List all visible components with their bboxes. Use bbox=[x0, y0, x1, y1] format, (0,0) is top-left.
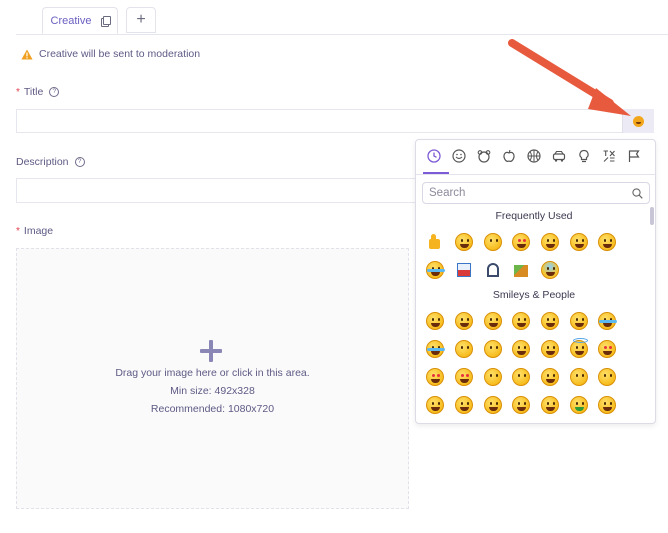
tab-creative-label: Creative bbox=[50, 14, 92, 27]
camp-object-emoji[interactable] bbox=[512, 261, 530, 279]
description-input[interactable] bbox=[16, 178, 416, 203]
sweat-smile-emoji[interactable] bbox=[570, 312, 588, 330]
tab-bar: Creative + bbox=[16, 7, 668, 35]
squint-tongue-emoji[interactable] bbox=[541, 396, 559, 414]
relaxed-emoji[interactable] bbox=[541, 368, 559, 386]
tongue-emoji[interactable] bbox=[570, 233, 588, 251]
emoji-picker: Frequently Used Smileys & People bbox=[415, 139, 656, 424]
grinning-emoji[interactable] bbox=[455, 233, 473, 251]
flag-object-emoji[interactable] bbox=[455, 261, 473, 279]
heart-eyes-emoji[interactable] bbox=[426, 368, 444, 386]
help-icon[interactable]: ? bbox=[74, 157, 85, 167]
sports-ball-icon[interactable] bbox=[524, 146, 544, 166]
blush-emoji[interactable] bbox=[541, 340, 559, 358]
money-mouth-emoji[interactable] bbox=[570, 396, 588, 414]
warning-icon bbox=[21, 49, 33, 59]
title-label-text: Title bbox=[23, 86, 44, 98]
section-frequently-used: Frequently Used bbox=[495, 210, 573, 222]
laughing-emoji[interactable] bbox=[541, 233, 559, 251]
sweat-smile-emoji[interactable] bbox=[598, 233, 616, 251]
hugging-emoji[interactable] bbox=[598, 396, 616, 414]
add-tab-button[interactable]: + bbox=[126, 7, 156, 33]
flag-icon[interactable] bbox=[624, 146, 644, 166]
tongue-emoji[interactable] bbox=[455, 396, 473, 414]
warning-text: Creative will be sent to moderation bbox=[39, 48, 201, 60]
tab-creative[interactable]: Creative bbox=[42, 7, 118, 34]
active-category-indicator bbox=[423, 172, 449, 174]
moderation-warning: Creative will be sent to moderation bbox=[21, 48, 200, 60]
zany-emoji[interactable] bbox=[512, 396, 530, 414]
laughing-emoji[interactable] bbox=[541, 312, 559, 330]
annotation-arrow-icon bbox=[508, 39, 631, 116]
animal-category-icon[interactable] bbox=[474, 146, 494, 166]
kissing-emoji[interactable] bbox=[484, 233, 502, 251]
kissing-smiling-eyes-emoji[interactable] bbox=[598, 368, 616, 386]
star-struck-emoji[interactable] bbox=[455, 368, 473, 386]
emoji-search[interactable] bbox=[422, 182, 650, 204]
smiley-category-icon[interactable] bbox=[449, 146, 469, 166]
heart-eyes-emoji[interactable] bbox=[512, 233, 530, 251]
emoji-search-input[interactable] bbox=[429, 187, 609, 199]
yum-emoji[interactable] bbox=[426, 396, 444, 414]
screaming-emoji[interactable] bbox=[541, 261, 559, 279]
grinning-emoji[interactable] bbox=[426, 312, 444, 330]
section-smileys-people: Smileys & People bbox=[492, 289, 576, 301]
description-label: Description ? bbox=[16, 156, 85, 168]
smiling-hearts-emoji[interactable] bbox=[598, 340, 616, 358]
fishing-object-emoji[interactable] bbox=[484, 261, 502, 279]
emoji-category-bar bbox=[416, 140, 655, 175]
help-icon[interactable]: ? bbox=[49, 87, 60, 97]
food-apple-icon[interactable] bbox=[499, 146, 519, 166]
slight-smile-emoji[interactable] bbox=[455, 340, 473, 358]
halo-emoji[interactable] bbox=[570, 338, 588, 358]
title-label: * Title ? bbox=[16, 86, 60, 98]
upside-down-emoji[interactable] bbox=[484, 340, 502, 358]
car-category-icon[interactable] bbox=[549, 146, 569, 166]
upload-recommended-size: Recommended: 1080x720 bbox=[150, 403, 275, 415]
lightbulb-icon[interactable] bbox=[574, 146, 594, 166]
tears-of-joy-emoji[interactable] bbox=[426, 340, 445, 358]
wink-emoji[interactable] bbox=[512, 340, 530, 358]
recent-clock-icon[interactable] bbox=[424, 146, 444, 166]
required-marker: * bbox=[16, 86, 20, 98]
tears-of-joy-emoji[interactable] bbox=[426, 261, 445, 279]
smile-emoji[interactable] bbox=[484, 312, 502, 330]
image-label: * Image bbox=[16, 225, 53, 237]
thumbs-up-emoji[interactable] bbox=[426, 233, 444, 251]
description-label-text: Description bbox=[16, 156, 69, 168]
grin-emoji[interactable] bbox=[512, 312, 530, 330]
symbols-icon[interactable] bbox=[599, 146, 619, 166]
wink-tongue-emoji[interactable] bbox=[484, 396, 502, 414]
search-icon bbox=[632, 187, 643, 199]
upload-instructions: Drag your image here or click in this ar… bbox=[115, 367, 310, 379]
copy-icon[interactable] bbox=[101, 16, 112, 27]
plus-icon bbox=[200, 340, 222, 362]
kissing-closed-eyes-emoji[interactable] bbox=[570, 368, 588, 386]
smiley-emoji[interactable] bbox=[455, 312, 473, 330]
image-label-text: Image bbox=[23, 225, 54, 237]
required-marker: * bbox=[16, 225, 20, 237]
upload-min-size: Min size: 492x328 bbox=[170, 385, 255, 397]
kissing-emoji[interactable] bbox=[512, 368, 530, 386]
kissing-heart-emoji[interactable] bbox=[484, 368, 502, 386]
rofl-emoji[interactable] bbox=[598, 312, 617, 330]
